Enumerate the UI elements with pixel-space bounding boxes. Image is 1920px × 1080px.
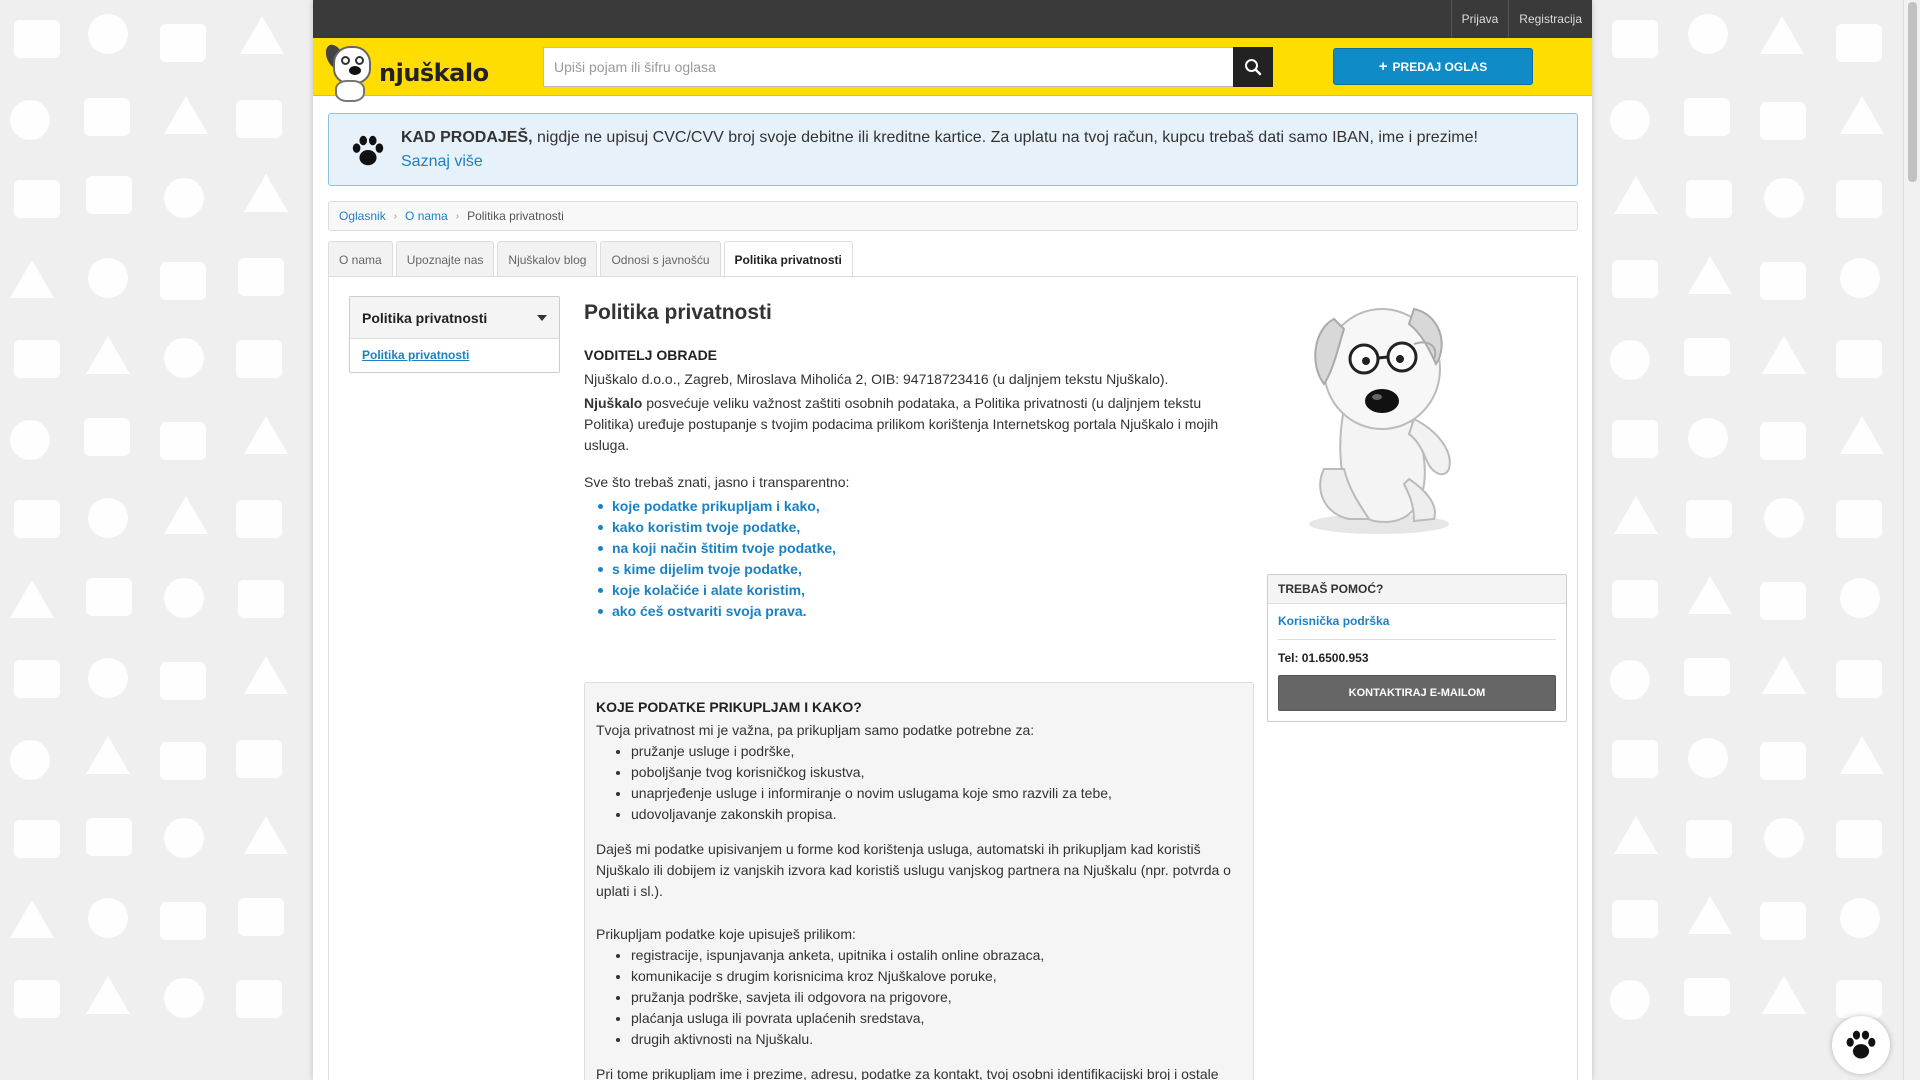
search-button[interactable] — [1233, 47, 1273, 87]
intro-paragraph: Njuškalo posvećuje veliku važnost zaštit… — [584, 393, 1254, 456]
customer-support-link[interactable]: Korisnička podrška — [1278, 614, 1556, 640]
tab-politika-privatnosti[interactable]: Politika privatnosti — [723, 241, 853, 278]
toc-link[interactable]: koje podatke prikupljam i kako, — [598, 496, 1254, 517]
paw-icon — [1846, 1030, 1876, 1059]
login-link[interactable]: Prijava — [1450, 0, 1509, 38]
sell-ad-label: PREDAJ OGLAS — [1392, 59, 1488, 74]
toc-link[interactable]: koje kolačiće i alate koristim, — [598, 580, 1254, 601]
search-input[interactable] — [543, 47, 1233, 87]
list-item: plaćanja usluga ili povrata uplaćenih sr… — [631, 1008, 1242, 1029]
tab-upoznajte-nas[interactable]: Upoznajte nas — [395, 241, 495, 277]
learn-more-link[interactable]: Saznaj više — [401, 150, 1557, 174]
tab-odnosi-s-javnoscu[interactable]: Odnosi s javnošću — [600, 241, 721, 277]
chevron-right-icon: › — [455, 210, 460, 222]
toc-link[interactable]: na koji način štitim tvoje podatke, — [598, 538, 1254, 559]
data-collection-section: KOJE PODATKE PRIKUPLJAM I KAKO? Tvoja pr… — [584, 682, 1254, 1080]
list-item: udovoljavanje zakonskih propisa. — [631, 804, 1242, 825]
breadcrumb: Oglasnik › O nama › Politika privatnosti — [328, 201, 1578, 231]
list-item: poboljšanje tvog korisničkog iskustva, — [631, 762, 1242, 783]
side-nav-title: Politika privatnosti — [362, 309, 488, 326]
top-bar: Prijava Registracija — [313, 0, 1592, 38]
breadcrumb-o-nama[interactable]: O nama — [405, 209, 448, 223]
intro-text: posvećuje veliku važnost zaštiti osobnih… — [584, 395, 1219, 453]
list-item: registracije, ispunjavanja anketa, upitn… — [631, 945, 1242, 966]
header: njuškalo + PREDAJ OGLAS — [313, 38, 1592, 102]
page-container: Prijava Registracija njuškalo + PREDAJ O… — [313, 0, 1592, 1080]
scrollbar[interactable] — [1903, 0, 1920, 1080]
register-link[interactable]: Registracija — [1508, 0, 1592, 38]
help-title: TREBAŠ POMOĆ? — [1268, 575, 1566, 604]
controller-heading: VODITELJ OBRADE — [584, 347, 718, 363]
section-heading: KOJE PODATKE PRIKUPLJAM I KAKO? — [596, 699, 862, 715]
side-nav-link-politika[interactable]: Politika privatnosti — [362, 348, 469, 362]
table-of-contents: Sve što trebaš znati, jasno i transparen… — [584, 472, 1254, 622]
side-nav: Politika privatnosti Politika privatnost… — [349, 296, 560, 373]
tab-njuskalov-blog[interactable]: Njuškalov blog — [497, 241, 598, 277]
side-nav-item: Politika privatnosti — [350, 339, 559, 372]
controller-text: Njuškalo d.o.o., Zagreb, Miroslava Mihol… — [584, 371, 1169, 387]
toc-intro: Sve što trebaš znati, jasno i transparen… — [584, 474, 850, 490]
sell-ad-button[interactable]: + PREDAJ OGLAS — [1333, 48, 1533, 85]
list-item: drugih aktivnosti na Njuškalu. — [631, 1029, 1242, 1050]
side-nav-header[interactable]: Politika privatnosti — [350, 297, 559, 339]
notice-body: nigdje ne upisuj CVC/CVV broj svoje debi… — [532, 129, 1478, 146]
support-phone: Tel: 01.6500.953 — [1278, 651, 1369, 665]
list-item: pružanja podrške, savjeta ili odgovora n… — [631, 987, 1242, 1008]
logo-text: njuškalo — [379, 59, 489, 87]
toc-link[interactable]: kako koristim tvoje podatke, — [598, 517, 1254, 538]
section-paragraph: Daješ mi podatke upisivanjem u forme kod… — [596, 841, 1231, 899]
list-item: pružanje usluge i podrške, — [631, 741, 1242, 762]
toc-link[interactable]: s kime dijelim tvoje podatke, — [598, 559, 1254, 580]
search-icon — [1245, 59, 1262, 76]
intro-bold: Njuškalo — [584, 395, 643, 411]
tab-bar: O nama Upoznajte nas Njuškalov blog Odno… — [328, 241, 853, 278]
notice-text: KAD PRODAJEŠ, nigdje ne upisuj CVC/CVV b… — [401, 126, 1557, 150]
input-list: registracije, ispunjavanja anketa, upitn… — [596, 945, 1242, 1050]
section-paragraph: Prikupljam podatke koje upisuješ priliko… — [596, 926, 856, 942]
content-panel: Politika privatnosti Politika privatnost… — [328, 276, 1578, 1080]
list-item: unaprjeđenje usluge i informiranje o nov… — [631, 783, 1242, 804]
help-box: TREBAŠ POMOĆ? Korisnička podrška Tel: 01… — [1267, 574, 1567, 722]
section-paragraph: Pri tome prikupljam ime i prezime, adres… — [596, 1066, 1219, 1080]
paw-icon — [352, 135, 384, 166]
scrollbar-thumb[interactable] — [1908, 2, 1917, 182]
section-intro: Tvoja privatnost mi je važna, pa prikupl… — [596, 722, 1035, 738]
plus-icon: + — [1378, 57, 1388, 75]
contact-email-button[interactable]: KONTAKTIRAJ E-MAILOM — [1278, 675, 1556, 711]
caret-down-icon — [537, 314, 547, 321]
page-title: Politika privatnosti — [584, 301, 772, 324]
search-bar — [543, 47, 1273, 87]
logo[interactable]: njuškalo — [322, 41, 489, 102]
dog-mascot-icon — [1309, 307, 1451, 534]
breadcrumb-oglasnik[interactable]: Oglasnik — [339, 209, 386, 223]
main-content: Politika privatnosti VODITELJ OBRADE Nju… — [584, 299, 1254, 622]
chat-paw-button[interactable] — [1832, 1016, 1890, 1074]
purpose-list: pružanje usluge i podrške, poboljšanje t… — [596, 741, 1242, 825]
chevron-right-icon: › — [393, 210, 398, 222]
list-item: komunikacije s drugim korisnicima kroz N… — [631, 966, 1242, 987]
seller-notice: KAD PRODAJEŠ, nigdje ne upisuj CVC/CVV b… — [328, 113, 1578, 186]
dog-logo-icon — [322, 40, 377, 102]
notice-bold: KAD PRODAJEŠ, — [401, 129, 533, 146]
breadcrumb-current: Politika privatnosti — [467, 209, 564, 223]
tab-o-nama[interactable]: O nama — [328, 241, 393, 277]
toc-link[interactable]: ako ćeš ostvariti svoja prava. — [598, 601, 1254, 622]
